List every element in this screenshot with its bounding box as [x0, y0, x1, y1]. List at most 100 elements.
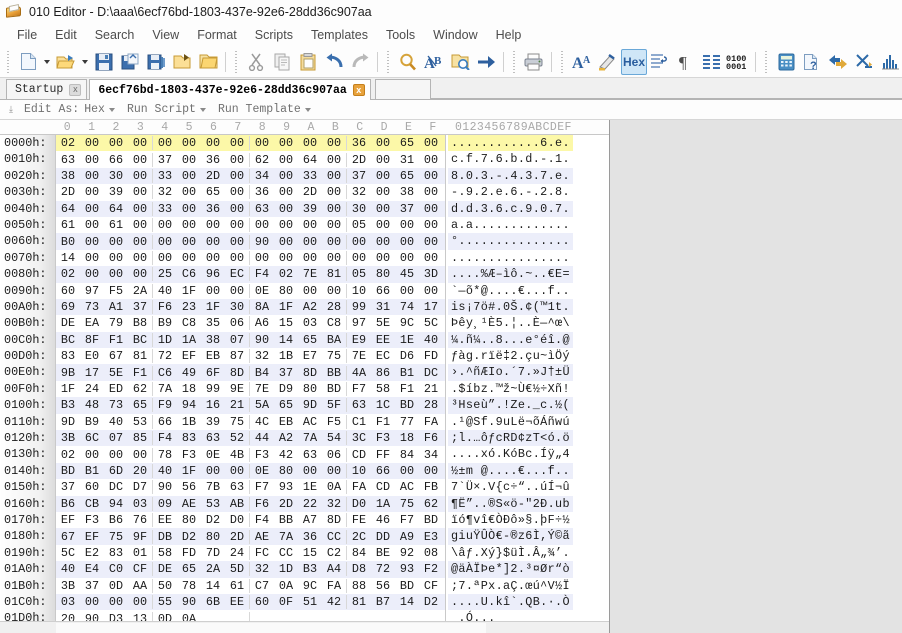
hex-byte[interactable]: 62 — [419, 497, 443, 511]
hex-byte[interactable]: 72 — [153, 349, 177, 363]
hex-byte[interactable]: FA — [347, 480, 371, 494]
hex-byte[interactable]: 00 — [128, 251, 152, 265]
hex-row[interactable]: 0110h: 9D B9 40 53 66 1B 39 75 4C EB AC F5 C1 F1 77 FA .¹… — [0, 413, 609, 431]
hex-row[interactable]: 0000h: 02 00 00 00 00 00 00 00 00 00 00 00 36 00 65 00..… — [0, 135, 609, 152]
hex-byte[interactable]: CD — [347, 448, 371, 462]
ascii-row-text[interactable]: ½±m @....€...f.. — [448, 462, 573, 480]
hex-byte[interactable]: 72 — [371, 562, 395, 576]
hex-row-bytes[interactable]: B3 48 73 65 F9 94 16 21 5A 65 9D 5F 63 1C BD 28 — [55, 397, 445, 414]
hex-row[interactable]: 0080h: 02 00 00 00 25 C6 96 EC F4 02 7E 81 05 80 45 3D..… — [0, 266, 609, 283]
hex-byte[interactable] — [201, 612, 225, 621]
hex-byte[interactable]: 8D — [322, 513, 346, 527]
hex-byte[interactable]: 6D — [104, 464, 128, 478]
hex-byte[interactable]: 07 — [104, 431, 128, 445]
hex-byte[interactable]: 73 — [80, 300, 104, 314]
ascii-row-text[interactable]: ïó¶vî€ÒÐô»§.þF÷½ — [448, 512, 573, 528]
hex-byte[interactable]: 03 — [128, 497, 152, 511]
hex-byte[interactable]: 00 — [419, 251, 443, 265]
hex-byte[interactable]: 1E — [395, 333, 419, 347]
hex-byte[interactable]: 4C — [250, 415, 274, 429]
hex-byte[interactable]: 67 — [56, 530, 80, 544]
hex-byte[interactable]: 56 — [177, 480, 201, 494]
hex-byte[interactable]: 00 — [153, 251, 177, 265]
hex-row-bytes[interactable]: 9D B9 40 53 66 1B 39 75 4C EB AC F5 C1 F1 77 FA — [55, 413, 445, 431]
ascii-row-text[interactable]: 7`Ü×.V{c÷“..úÍ¬û — [448, 479, 573, 495]
menu-edit[interactable]: Edit — [46, 26, 86, 44]
toolbar-grip-6[interactable] — [763, 50, 770, 73]
hex-row-bytes[interactable]: 64 00 64 00 33 00 36 00 63 00 39 00 30 00 37 00 — [55, 200, 445, 217]
hex-byte[interactable]: 31 — [395, 153, 419, 167]
hex-byte[interactable]: B1 — [80, 464, 104, 478]
hex-byte[interactable]: BD — [419, 513, 443, 527]
hex-byte[interactable]: 45 — [395, 267, 419, 281]
hex-byte[interactable]: CF — [128, 562, 152, 576]
hex-byte[interactable]: F3 — [80, 513, 104, 527]
hex-byte[interactable]: 00 — [128, 185, 152, 199]
hex-byte[interactable]: 17 — [419, 300, 443, 314]
hex-byte[interactable]: 3B — [56, 579, 80, 593]
hex-byte[interactable]: 78 — [153, 448, 177, 462]
hex-row[interactable]: 00A0h: 69 73 A1 37 F6 23 1F 30 8A 1F A2 28 99 31 74 17 is… — [0, 298, 609, 316]
hex-byte[interactable]: EA — [80, 316, 104, 330]
hex-byte[interactable]: 3B — [56, 431, 80, 445]
hex-byte[interactable]: 90 — [250, 235, 274, 249]
hex-byte[interactable]: 60 — [56, 284, 80, 298]
hex-byte[interactable]: 62 — [250, 153, 274, 167]
hex-row-bytes[interactable]: 3B 37 0D AA 50 78 14 61 C7 0A 9C FA 88 56 BD CF — [55, 577, 445, 594]
new-file-icon[interactable] — [15, 49, 41, 75]
hex-row-list[interactable]: 0000h: 02 00 00 00 00 00 00 00 00 00 00 00 36 00 65 00..… — [0, 135, 609, 621]
hex-byte[interactable]: 30 — [104, 169, 128, 183]
hex-byte[interactable]: 00 — [153, 136, 177, 150]
hex-byte[interactable]: 3D — [419, 267, 443, 281]
hex-byte[interactable]: 92 — [395, 546, 419, 560]
hex-byte[interactable]: 16 — [201, 398, 225, 412]
hex-byte[interactable]: 1F — [177, 284, 201, 298]
hex-byte[interactable]: 00 — [128, 448, 152, 462]
menu-scripts[interactable]: Scripts — [246, 26, 302, 44]
hex-byte[interactable]: 40 — [153, 464, 177, 478]
hex-byte[interactable]: 5C — [419, 316, 443, 330]
hex-byte[interactable]: 00 — [395, 464, 419, 478]
ascii-row-text[interactable]: ;l.…ôƒcRD¢zT<ó.ö — [448, 430, 573, 447]
hex-byte[interactable]: 00 — [128, 169, 152, 183]
hex-byte[interactable]: 00 — [419, 464, 443, 478]
hex-byte[interactable]: 10 — [347, 284, 371, 298]
hex-byte[interactable]: AE — [177, 497, 201, 511]
hex-byte[interactable]: 00 — [80, 185, 104, 199]
hex-byte[interactable]: 32 — [153, 185, 177, 199]
hex-row-bytes[interactable]: 9B 17 5E F1 C6 49 6F 8D B4 37 8D BB 4A 86 B1 DC — [55, 364, 445, 381]
hex-byte[interactable]: 00 — [250, 251, 274, 265]
hex-byte[interactable]: 54 — [322, 431, 346, 445]
hex-byte[interactable]: 64 — [298, 153, 322, 167]
hex-byte[interactable]: B3 — [56, 398, 80, 412]
hex-byte[interactable]: F6 — [153, 300, 177, 314]
hex-byte[interactable]: F5 — [322, 415, 346, 429]
hex-byte[interactable]: 00 — [274, 251, 298, 265]
hex-byte[interactable]: 00 — [322, 464, 346, 478]
menu-search[interactable]: Search — [86, 26, 144, 44]
hex-byte[interactable]: F6 — [250, 497, 274, 511]
ascii-row-text[interactable]: a.a............. — [448, 217, 573, 233]
hex-byte[interactable]: 5D — [225, 562, 249, 576]
menu-help[interactable]: Help — [487, 26, 531, 44]
hex-byte[interactable]: 0A — [322, 480, 346, 494]
hex-byte[interactable]: FE — [347, 513, 371, 527]
hex-byte[interactable]: 1C — [371, 398, 395, 412]
hex-row-bytes[interactable]: B0 00 00 00 00 00 00 00 90 00 00 00 00 00 00 00 — [55, 233, 445, 250]
hex-byte[interactable]: 00 — [322, 136, 346, 150]
hex-byte[interactable]: 80 — [274, 284, 298, 298]
menu-tools[interactable]: Tools — [377, 26, 424, 44]
hex-byte[interactable]: 34 — [250, 169, 274, 183]
hex-byte[interactable]: 2C — [347, 530, 371, 544]
hex-byte[interactable]: 18 — [177, 382, 201, 396]
hex-byte[interactable]: 63 — [298, 448, 322, 462]
hex-byte[interactable]: F7 — [250, 480, 274, 494]
hex-byte[interactable]: 85 — [128, 431, 152, 445]
folder-icon[interactable] — [195, 49, 221, 75]
hex-byte[interactable]: 00 — [298, 251, 322, 265]
hex-byte[interactable]: 00 — [80, 218, 104, 232]
hex-byte[interactable]: 00 — [298, 218, 322, 232]
hex-byte[interactable]: 60 — [250, 595, 274, 609]
hex-byte[interactable]: 90 — [80, 612, 104, 621]
hex-byte[interactable]: BC — [56, 333, 80, 347]
